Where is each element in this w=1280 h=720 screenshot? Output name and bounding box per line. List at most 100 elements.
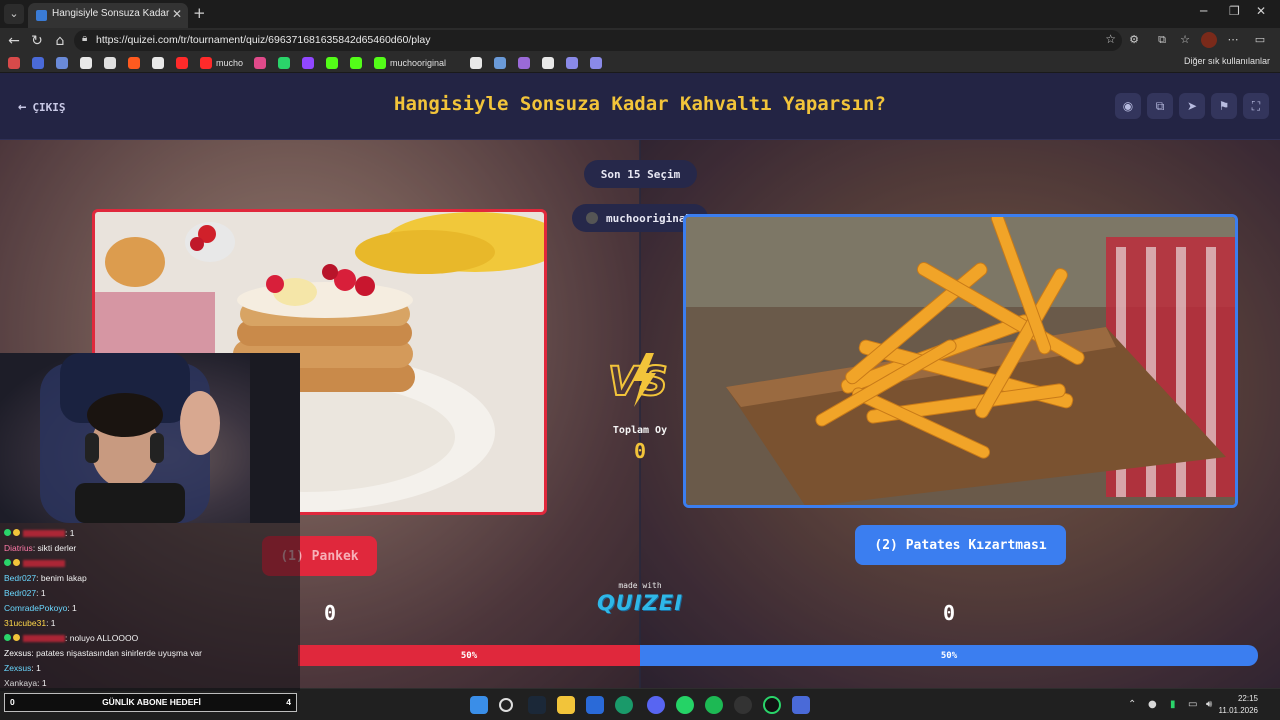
share-icon[interactable]: ➤ — [1179, 93, 1205, 119]
favorites-icon[interactable]: ☆ — [1177, 32, 1193, 48]
bookmark-item[interactable] — [56, 56, 68, 70]
tab-title: Hangisiyle Sonsuza Kadar Kahvaltı — [52, 8, 170, 19]
user-avatar — [586, 212, 598, 224]
chat-username[interactable]: 31ucube31 — [4, 618, 46, 628]
steam-icon[interactable] — [528, 696, 546, 714]
back-icon[interactable]: ← — [4, 31, 24, 51]
bookmark-item[interactable] — [469, 56, 482, 70]
bookmark-favicon-icon — [589, 57, 602, 69]
tray-network-icon[interactable]: ▭ — [1188, 699, 1197, 710]
app-icon[interactable] — [792, 696, 810, 714]
chat-username[interactable]: Zexsus — [4, 648, 31, 658]
xbox-icon[interactable] — [763, 696, 781, 714]
bookmark-item[interactable] — [493, 56, 506, 70]
bookmark-favicon-icon — [278, 57, 290, 69]
bookmark-item[interactable] — [152, 56, 164, 70]
other-bookmarks-folder[interactable]: Diğer sık kullanılanlar — [1184, 56, 1270, 66]
chat-username[interactable]: ComradePokoyo — [4, 603, 67, 613]
bookmark-favicon-icon — [56, 57, 68, 69]
bookmark-favicon-icon — [517, 57, 530, 69]
bookmark-favicon-icon — [32, 57, 44, 69]
bookmarks-bar: mucho muchooriginal Diğer sık kullanılanl… — [0, 53, 1280, 73]
extensions-icon[interactable]: ⚙ — [1126, 32, 1142, 48]
split-screen-icon[interactable]: ⧉ — [1154, 32, 1170, 48]
bookmark-item[interactable] — [517, 56, 530, 70]
taskbar-clock[interactable]: 22:15 11.01.2026 — [1219, 693, 1258, 717]
bookmark-item[interactable] — [8, 56, 20, 70]
reload-icon[interactable]: ↻ — [27, 31, 47, 51]
total-votes-value: 0 — [633, 439, 647, 463]
bookmark-item[interactable] — [80, 56, 92, 70]
whatsapp-icon[interactable] — [676, 696, 694, 714]
url-field[interactable]: 🔒︎ https://quizei.com/tr/tournament/quiz… — [74, 30, 1122, 51]
bookmark-item[interactable] — [278, 56, 290, 70]
chat-username[interactable]: Xankaya — [4, 678, 37, 688]
bookmark-item[interactable] — [302, 56, 314, 70]
discord-icon[interactable] — [647, 696, 665, 714]
last-choices-button[interactable]: Son 15 Seçim — [584, 160, 697, 188]
start-icon[interactable] — [470, 696, 488, 714]
sidebar-icon[interactable]: ▭ — [1252, 32, 1268, 48]
webcam-overlay — [0, 353, 300, 523]
edge-icon[interactable] — [615, 696, 633, 714]
eye-icon[interactable]: ◉ — [1115, 93, 1141, 119]
tab-close-icon[interactable]: ✕ — [172, 7, 182, 21]
chat-message: Xankaya: 1 — [4, 678, 47, 688]
bookmark-item[interactable] — [104, 56, 116, 70]
bookmark-item[interactable] — [326, 56, 338, 70]
minimize-icon[interactable]: ─ — [1200, 4, 1207, 18]
bookmark-item[interactable] — [32, 56, 44, 70]
bookmark-favicon-icon — [200, 57, 212, 69]
store-icon[interactable] — [586, 696, 604, 714]
bookmark-item[interactable] — [176, 56, 188, 70]
bookmark-favicon-icon — [493, 57, 506, 69]
quizei-logo[interactable]: QUIZEI — [596, 591, 684, 615]
chat-badge-icon — [4, 529, 11, 536]
copy-icon[interactable]: ⧉ — [1147, 93, 1173, 119]
more-menu-icon[interactable]: ⋯ — [1225, 32, 1241, 48]
chat-username[interactable]: Bedr027 — [4, 573, 36, 583]
search-icon[interactable] — [499, 698, 513, 712]
obs-icon[interactable] — [734, 696, 752, 714]
bookmark-item[interactable] — [565, 56, 578, 70]
tray-app-icon[interactable]: ● — [1148, 699, 1157, 710]
restore-icon[interactable]: ❐ — [1229, 4, 1240, 18]
bookmark-favicon-icon — [104, 57, 116, 69]
tray-chevron-icon[interactable]: ⌃ — [1128, 699, 1136, 710]
tab-favicon-icon — [36, 10, 47, 21]
tray-nvidia-icon[interactable]: ▮ — [1170, 699, 1176, 710]
chat-username[interactable]: Bedr027 — [4, 588, 36, 598]
bookmark-item[interactable] — [350, 56, 362, 70]
new-tab-icon[interactable]: + — [193, 4, 206, 22]
url-text[interactable]: https://quizei.com/tr/tournament/quiz/69… — [96, 34, 431, 46]
active-tab[interactable]: Hangisiyle Sonsuza Kadar Kahvaltı ✕ — [28, 3, 188, 28]
bookmark-item[interactable] — [589, 56, 602, 70]
bookmark-favicon-icon — [128, 57, 140, 69]
home-icon[interactable]: ⌂ — [50, 31, 70, 51]
bookmark-item[interactable] — [541, 56, 554, 70]
bookmark-favicon-icon — [80, 57, 92, 69]
favorite-star-icon[interactable]: ☆ — [1105, 32, 1116, 46]
tab-list-button[interactable]: ⌄ — [4, 4, 24, 24]
close-window-icon[interactable]: ✕ — [1256, 4, 1266, 18]
tray-volume-icon[interactable]: 🔊︎ — [1206, 699, 1212, 710]
report-flag-icon[interactable]: ⚑ — [1211, 93, 1237, 119]
chat-text: : 1 — [37, 678, 47, 688]
bookmark-favicon-icon — [350, 57, 362, 69]
fullscreen-icon[interactable]: ⛶ — [1243, 93, 1269, 119]
choice-fries-button[interactable]: (2) Patates Kızartması — [855, 525, 1066, 565]
bookmark-item[interactable]: muchooriginal — [374, 56, 446, 70]
fries-image-card[interactable] — [683, 214, 1238, 508]
file-explorer-icon[interactable] — [557, 696, 575, 714]
chat-message: 31ucube31: 1 — [4, 618, 56, 628]
chat-username[interactable]: Diatrius — [4, 543, 33, 553]
bookmark-item[interactable] — [254, 56, 266, 70]
bookmark-item[interactable] — [128, 56, 140, 70]
chat-username[interactable]: Zexsus — [4, 663, 31, 673]
bookmark-favicon-icon — [254, 57, 266, 69]
spotify-icon[interactable] — [705, 696, 723, 714]
quiz-header: ← ÇIKIŞ Hangisiyle Sonsuza Kadar Kahvalt… — [0, 73, 1280, 140]
profile-avatar-icon[interactable] — [1201, 32, 1217, 48]
chat-text: : 1 — [67, 603, 77, 613]
bookmark-item[interactable]: mucho — [200, 56, 243, 70]
